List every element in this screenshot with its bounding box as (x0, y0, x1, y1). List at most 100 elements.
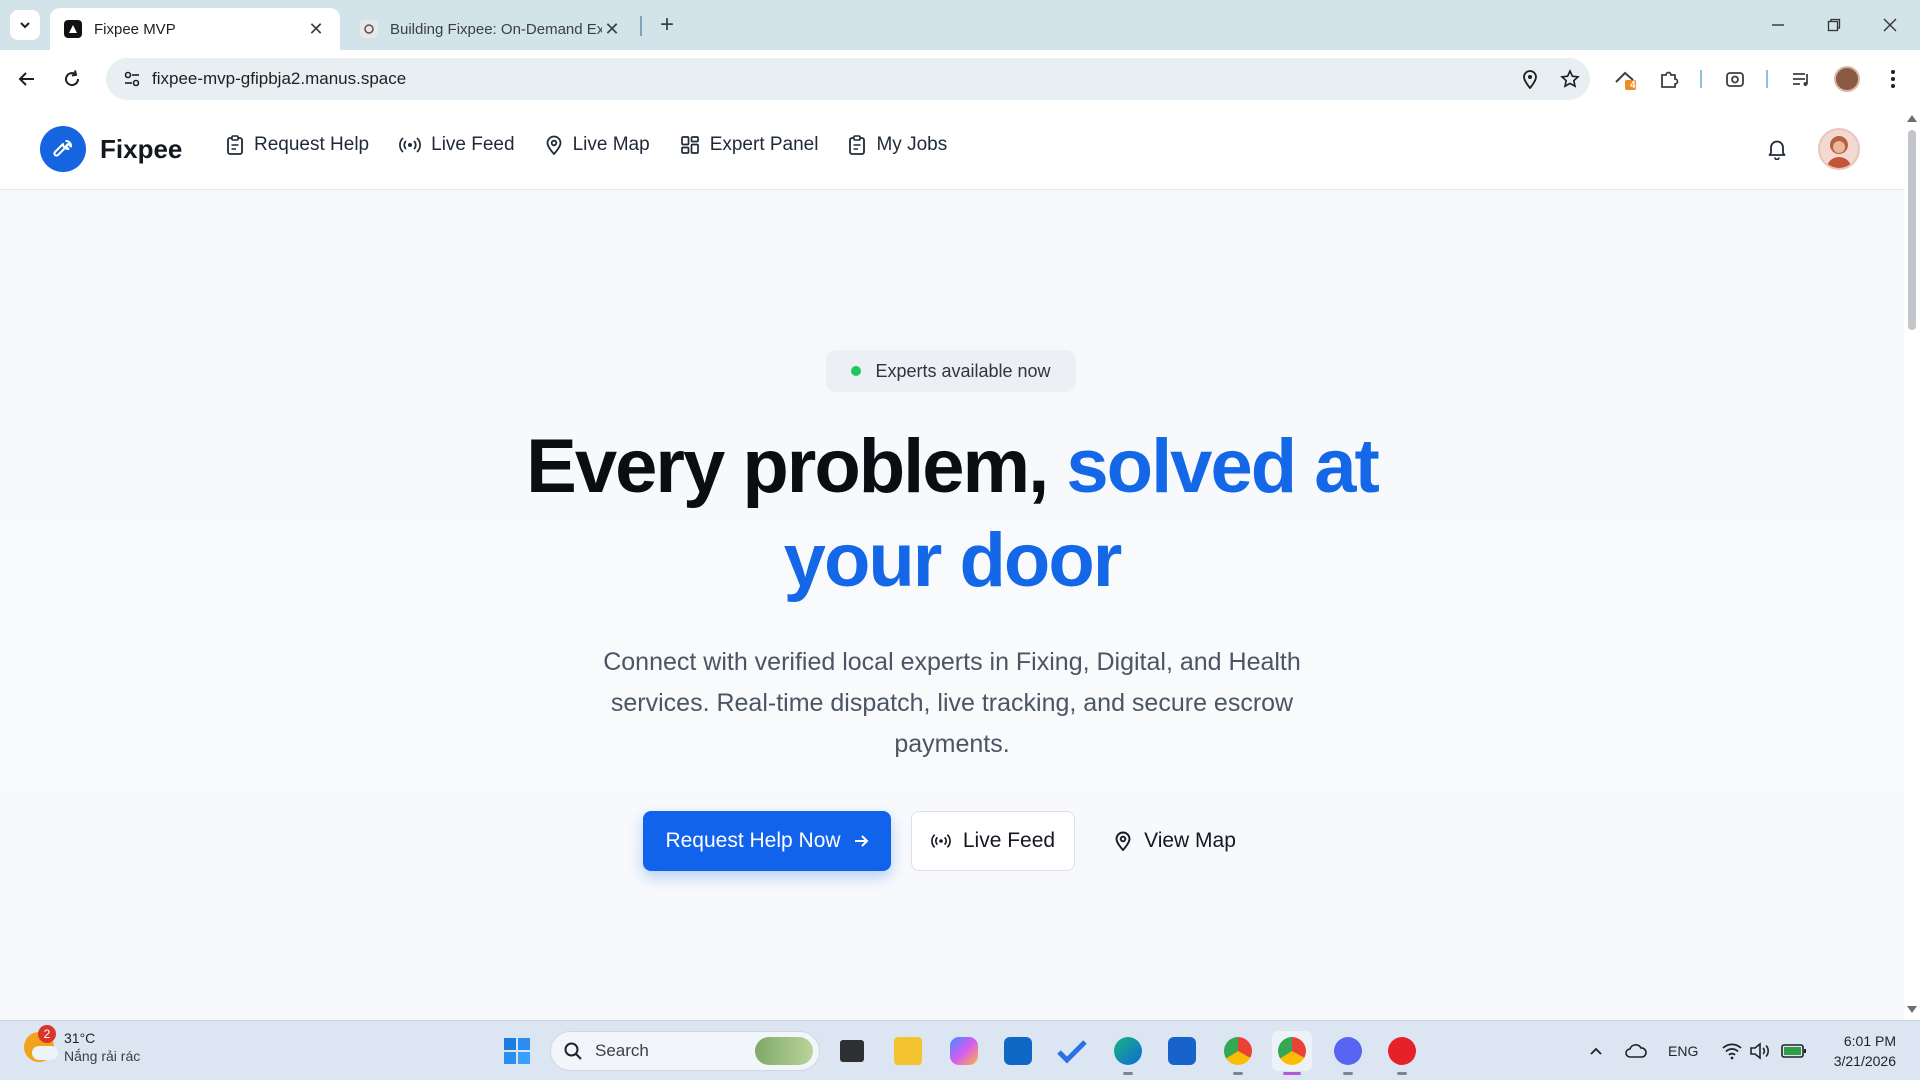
hero-headline: Every problem, solved at your door (452, 420, 1452, 608)
system-clock[interactable]: 6:01 PM 3/21/2026 (1820, 1031, 1896, 1071)
minimize-icon[interactable] (1750, 0, 1806, 50)
show-hidden-icons-chevron-icon[interactable] (1576, 1031, 1616, 1071)
tab-close-icon[interactable]: ✕ (602, 19, 622, 40)
map-pin-icon (1115, 831, 1131, 851)
tab-title: Fixpee MVP (94, 20, 176, 38)
onedrive-sync-icon[interactable] (1616, 1031, 1656, 1071)
nav-request-help[interactable]: Request Help (226, 134, 369, 156)
arrow-right-icon (854, 835, 868, 847)
media-queue-icon[interactable] (1784, 62, 1818, 96)
new-tab-button[interactable]: + (652, 10, 682, 40)
status-dot-icon (851, 366, 862, 376)
button-label: Request Help Now (665, 829, 841, 852)
input-language[interactable]: ENG (1668, 1021, 1698, 1080)
profile-avatar-icon[interactable] (1830, 62, 1864, 96)
view-map-button[interactable]: View Map (1095, 811, 1255, 871)
page-scrollbar[interactable] (1904, 108, 1920, 1020)
toolbar-divider (1700, 70, 1702, 88)
screenshot-camera-icon[interactable] (1718, 62, 1752, 96)
browser-menu-icon[interactable] (1876, 62, 1910, 96)
search-highlight-art (755, 1037, 813, 1065)
live-feed-button[interactable]: Live Feed (911, 811, 1075, 871)
nav-label: Request Help (254, 134, 370, 155)
battery-charging-icon[interactable] (1774, 1031, 1814, 1071)
toolbar-divider (1766, 70, 1768, 88)
scroll-up-arrow-icon[interactable] (1907, 115, 1917, 122)
badge-text: Experts available now (875, 360, 1051, 381)
restore-icon[interactable] (1806, 0, 1862, 50)
user-avatar[interactable] (1818, 128, 1860, 170)
copilot-icon[interactable] (944, 1031, 984, 1071)
nav-expert-panel[interactable]: Expert Panel (680, 134, 819, 156)
nav-my-jobs[interactable]: My Jobs (848, 134, 947, 156)
scrollbar-thumb[interactable] (1908, 130, 1916, 330)
button-label: View Map (1144, 829, 1236, 852)
clipboard-icon (227, 135, 243, 155)
nav-live-feed[interactable]: Live Feed (399, 134, 515, 156)
headline-plain: Every problem, (526, 424, 1067, 509)
extension-count: 4 (1630, 80, 1636, 91)
notifications-bell-icon[interactable] (1764, 136, 1790, 162)
cta-row: Request Help Now Live Feed View Map (643, 810, 1255, 872)
browser-toolbar: fixpee-mvp-gfipbja2.manus.space 4 (0, 50, 1920, 108)
nav-label: Live Feed (431, 134, 515, 155)
main-nav: Request Help Live Feed Live Map Expert P… (226, 134, 947, 156)
address-bar[interactable]: fixpee-mvp-gfipbja2.manus.space (106, 58, 1590, 100)
app-navbar: Fixpee Request Help Live Feed Live Map E… (0, 108, 1904, 190)
location-icon[interactable] (1510, 69, 1550, 89)
wrench-logo-icon (40, 126, 86, 172)
microsoft-store-icon[interactable] (1162, 1031, 1202, 1071)
tab-separator (640, 16, 642, 36)
browser-tab-strip: Fixpee MVP ✕ Building Fixpee: On-Demand … (0, 0, 1920, 50)
tab-building-fixpee[interactable]: Building Fixpee: On-Demand Ex ✕ (346, 8, 636, 50)
search-placeholder: Search (595, 1041, 649, 1060)
back-icon[interactable] (10, 62, 44, 96)
tab-close-icon[interactable]: ✕ (306, 19, 326, 40)
button-label: Live Feed (962, 829, 1056, 852)
chevron-down-icon (20, 22, 30, 29)
extension-badge-icon[interactable]: 4 (1608, 62, 1642, 96)
availability-badge: Experts available now (826, 350, 1076, 392)
grid-icon (680, 136, 699, 154)
edge-browser-icon[interactable] (1108, 1031, 1148, 1075)
map-pin-icon (546, 135, 561, 155)
taskbar-search-box[interactable]: Search (550, 1031, 820, 1071)
reload-icon[interactable] (55, 62, 89, 96)
bookmark-star-icon[interactable] (1550, 69, 1590, 89)
todo-check-icon[interactable] (1052, 1031, 1092, 1071)
youtube-music-icon[interactable] (1382, 1031, 1422, 1075)
weather-temperature: 31°C (64, 1030, 96, 1046)
nav-label: Live Map (572, 134, 650, 155)
start-windows-icon[interactable] (497, 1031, 537, 1071)
clock-time: 6:01 PM (1843, 1033, 1896, 1049)
scroll-down-arrow-icon[interactable] (1907, 1006, 1917, 1013)
brand-name: Fixpee (100, 133, 183, 164)
chrome-profile-2-icon[interactable] (1272, 1031, 1312, 1075)
close-window-icon[interactable] (1862, 0, 1918, 50)
broadcast-icon (399, 137, 421, 153)
hero-section: Experts available now Every problem, sol… (0, 190, 1904, 1020)
outlook-icon[interactable] (998, 1031, 1038, 1071)
brand[interactable]: Fixpee (40, 126, 182, 172)
nav-live-map[interactable]: Live Map (545, 134, 650, 156)
clock-date: 3/21/2026 (1833, 1053, 1896, 1069)
weather-widget[interactable]: 2 31°C Nắng rải rác (24, 1025, 140, 1065)
broadcast-icon (931, 834, 951, 848)
hero-subtitle: Connect with verified local experts in F… (603, 648, 1301, 758)
discord-icon[interactable] (1328, 1031, 1368, 1075)
fixpee-favicon-icon (64, 20, 82, 38)
chrome-profile-1-icon[interactable] (1218, 1031, 1258, 1075)
search-icon (564, 1042, 582, 1060)
tab-fixpee-mvp[interactable]: Fixpee MVP ✕ (50, 8, 340, 50)
nav-label: Expert Panel (709, 134, 819, 155)
clipboard-icon (849, 135, 866, 155)
file-explorer-icon[interactable] (888, 1031, 928, 1071)
nav-label: My Jobs (876, 134, 948, 155)
manus-favicon-icon (360, 20, 378, 38)
extensions-puzzle-icon[interactable] (1652, 62, 1686, 96)
request-help-now-button[interactable]: Request Help Now (643, 811, 891, 871)
site-settings-icon[interactable] (112, 69, 152, 89)
task-view-icon[interactable] (832, 1031, 872, 1071)
url-text: fixpee-mvp-gfipbja2.manus.space (152, 69, 407, 88)
tab-search-button[interactable] (10, 10, 40, 40)
